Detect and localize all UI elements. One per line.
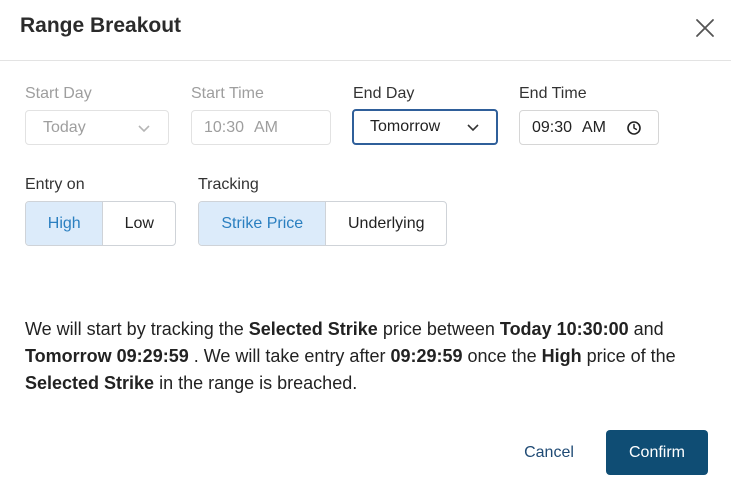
tracking-label: Tracking <box>198 176 259 193</box>
desc-strong: 09:29:59 <box>390 346 463 366</box>
start-time-label: Start Time <box>191 85 264 102</box>
start-day-label: Start Day <box>25 85 92 102</box>
tracking-underlying-button[interactable]: Underlying <box>325 202 446 245</box>
desc-text: . We will take entry after <box>188 346 391 366</box>
start-time-ampm: AM <box>254 118 278 136</box>
close-icon <box>696 19 714 37</box>
dialog-title: Range Breakout <box>20 14 182 37</box>
entry-on-toggle: High Low <box>25 201 176 246</box>
tracking-field: Tracking <box>198 175 259 195</box>
desc-text: price of the <box>581 346 676 366</box>
desc-text: and <box>628 319 664 339</box>
desc-strong: Selected Strike <box>248 319 378 339</box>
confirm-button[interactable]: Confirm <box>606 430 708 475</box>
start-time-value: 10:30 <box>204 118 245 136</box>
end-day-field: End Day <box>353 84 414 104</box>
desc-text: We will start by tracking the <box>25 319 249 339</box>
chevron-down-icon <box>467 124 479 132</box>
desc-text: in the range is breached. <box>154 373 358 393</box>
cancel-button[interactable]: Cancel <box>510 438 588 468</box>
entry-on-high-button[interactable]: High <box>26 202 103 245</box>
end-day-label: End Day <box>353 85 415 102</box>
range-description: We will start by tracking the Selected S… <box>25 316 715 397</box>
desc-strong: Today 10:30:00 <box>499 319 629 339</box>
end-time-field: End Time <box>519 84 587 104</box>
desc-text: once the <box>462 346 542 366</box>
entry-on-low-button[interactable]: Low <box>102 202 175 245</box>
start-day-select[interactable]: Today <box>25 110 169 145</box>
end-time-label: End Time <box>519 85 587 102</box>
desc-strong: High <box>541 346 582 366</box>
desc-strong: Selected Strike <box>25 373 155 393</box>
start-day-field: Start Day <box>25 84 92 104</box>
close-button[interactable] <box>694 17 716 39</box>
end-day-select[interactable]: Tomorrow <box>352 109 498 145</box>
start-day-value: Today <box>43 118 86 136</box>
start-time-field: Start Time <box>191 84 264 104</box>
end-time-input[interactable]: 09:30 AM <box>519 110 659 145</box>
clock-icon[interactable] <box>626 120 642 136</box>
chevron-down-icon <box>138 124 150 132</box>
entry-on-field: Entry on <box>25 175 85 195</box>
start-time-input[interactable]: 10:30 AM <box>191 110 331 145</box>
end-day-value: Tomorrow <box>370 118 441 135</box>
end-time-ampm: AM <box>582 118 606 136</box>
entry-on-label: Entry on <box>25 176 85 193</box>
end-time-value: 09:30 <box>532 118 573 136</box>
tracking-toggle: Strike Price Underlying <box>198 201 447 246</box>
tracking-strike-price-button[interactable]: Strike Price <box>199 202 326 245</box>
dialog-header: Range Breakout <box>0 0 731 61</box>
desc-strong: Tomorrow 09:29:59 <box>25 346 189 366</box>
desc-text: price between <box>377 319 500 339</box>
